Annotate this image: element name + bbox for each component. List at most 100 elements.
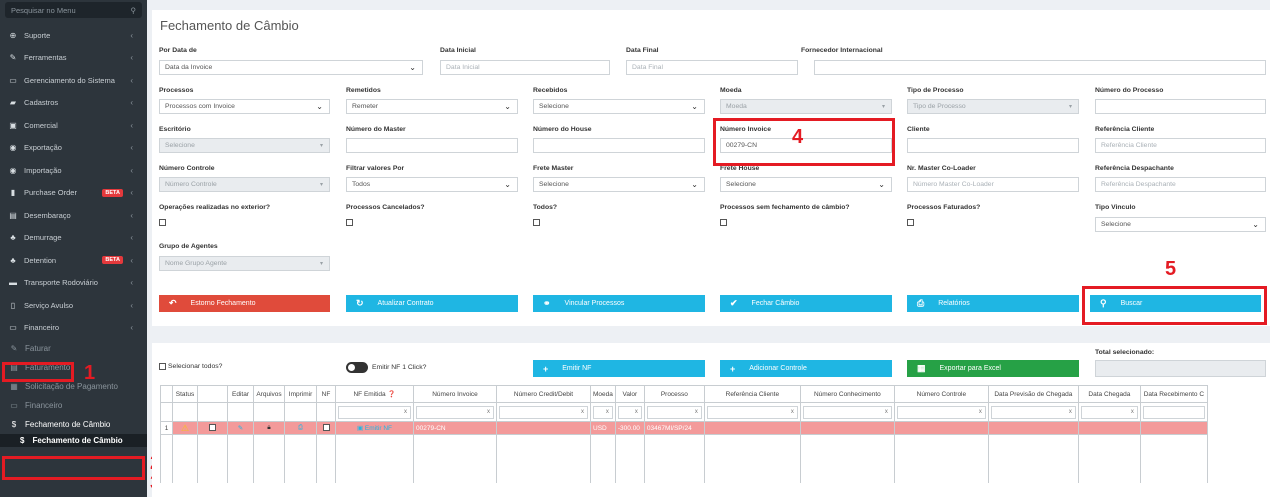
cell-data-recebimento — [1139, 421, 1208, 435]
referencia-cliente-input[interactable]: Referência Cliente — [1095, 138, 1266, 153]
sidebar-item-suporte[interactable]: ⊕ Suporte ‹ — [0, 24, 147, 47]
undo-icon: ↶ — [169, 298, 177, 308]
data-final-input[interactable]: Data Final — [626, 60, 798, 75]
sidebar-item-demurrage[interactable]: ♣ Demurrage ‹ — [0, 227, 147, 250]
tipo-vinculo-select[interactable]: Selecione ⌄ — [1095, 217, 1266, 232]
sidebar-item-purchase-order[interactable]: ▮ Purchase Order BETA ‹ — [0, 182, 147, 205]
menu-icon: ✎ — [10, 344, 18, 353]
numero-processo-input[interactable] — [1095, 99, 1266, 114]
filter-data-chegada[interactable]: x — [1077, 402, 1141, 422]
filter-data-recebimento[interactable] — [1139, 402, 1208, 422]
fechar-cambio-button[interactable]: ✔ Fechar Câmbio — [720, 295, 892, 312]
nf-checkbox[interactable] — [322, 423, 330, 431]
label-sem-fechamento: Processos sem fechamento de câmbio? — [720, 204, 850, 211]
filter-processo[interactable]: x — [643, 402, 705, 422]
processos-cancelados-checkbox[interactable] — [346, 219, 353, 226]
label-processos-cancelados: Processos Cancelados? — [346, 204, 425, 211]
filter-nf-emitida[interactable]: x — [335, 402, 414, 422]
selecionar-todos-checkbox[interactable] — [159, 363, 166, 370]
recebidos-select[interactable]: Selecione ⌄ — [533, 99, 705, 114]
filter-numero-invoice[interactable]: x — [413, 402, 497, 422]
faturados-checkbox[interactable] — [907, 219, 914, 226]
label-moeda: Moeda — [720, 87, 742, 94]
annotation-number-1: 1 — [84, 362, 96, 384]
sidebar-item-detention[interactable]: ♣ Detention BETA ‹ — [0, 249, 147, 272]
vincular-processos-button[interactable]: ⚭ Vincular Processos — [533, 295, 705, 312]
filter-valor[interactable]: x — [614, 402, 645, 422]
emitir-nf-button[interactable]: + Emitir NF — [533, 360, 705, 377]
sidebar-item-exporta-o[interactable]: ◉ Exportação ‹ — [0, 137, 147, 160]
relatorios-button[interactable]: ⎙ Relatórios — [907, 295, 1079, 312]
menu-icon: ◉ — [9, 143, 17, 153]
filter-data-previsao[interactable]: x — [987, 402, 1079, 422]
sidebar-item-gerenciamento-do-sistema[interactable]: ▭ Gerenciamento do Sistema ‹ — [0, 69, 147, 92]
emitir-nf1-toggle[interactable] — [346, 362, 368, 373]
cliente-input[interactable] — [907, 138, 1079, 153]
col-header: Imprimir — [284, 385, 317, 403]
grupo-agentes-select[interactable]: Nome Grupo Agente ▾ — [159, 256, 330, 271]
print-icon: ⎙ — [917, 298, 925, 308]
filter-referencia-cliente[interactable]: x — [703, 402, 801, 422]
sidebar-item-financeiro[interactable]: ▭ Financeiro ‹ — [0, 317, 147, 340]
sidebar-subitem-fechamento-de-c-mbio[interactable]: $ Fechamento de Câmbio — [0, 415, 147, 434]
sidebar-item-servi-o-avulso[interactable]: ▯ Serviço Avulso ‹ — [0, 294, 147, 317]
por-data-de-select[interactable]: Data da Invoice ⌄ — [159, 60, 423, 75]
sidebar-item-cadastros[interactable]: ▰ Cadastros ‹ — [0, 92, 147, 115]
referencia-despachante-input[interactable]: Referência Despachante — [1095, 177, 1266, 192]
search-icon[interactable]: ⚲ — [131, 6, 137, 15]
sidebar-item-label: Financeiro — [24, 323, 60, 333]
filtrar-valores-select[interactable]: Todos ⌄ — [346, 177, 518, 192]
sidebar-item-comercial[interactable]: ▣ Comercial ‹ — [0, 114, 147, 137]
sidebar-subitem-faturar[interactable]: ✎ Faturar — [0, 339, 147, 358]
sidebar-leaf-fechamento-cambio[interactable]: $ Fechamento de Câmbio — [0, 434, 147, 447]
chevron-down-icon: ▾ — [1068, 104, 1072, 110]
moeda-select[interactable]: Moeda ▾ — [720, 99, 892, 114]
lock-icon[interactable]: 🔒︎ — [253, 421, 285, 435]
edit-icon[interactable]: ✎ — [227, 421, 254, 435]
estorno-fechamento-button[interactable]: ↶ Estorno Fechamento — [159, 295, 330, 312]
annotation-number-4: 4 — [792, 126, 804, 148]
sidebar-item-transporte-rodovi-rio[interactable]: ▬ Transporte Rodoviário ‹ — [0, 272, 147, 295]
filter-moeda[interactable]: x — [590, 402, 616, 422]
filter-numero-credit-debit[interactable]: x — [496, 402, 591, 422]
sidebar-item-label: Transporte Rodoviário — [24, 278, 98, 288]
menu-icon: ▰ — [9, 98, 17, 108]
sidebar-item-importa-o[interactable]: ◉ Importação ‹ — [0, 159, 147, 182]
filter-numero-conhecimento[interactable]: x — [799, 402, 895, 422]
label-numero-processo: Número do Processo — [1095, 87, 1164, 94]
sem-fechamento-checkbox[interactable] — [720, 219, 727, 226]
row-select-checkbox[interactable] — [209, 423, 216, 431]
adicionar-controle-button[interactable]: + Adicionar Controle — [720, 360, 892, 377]
sidebar-item-desembara-o[interactable]: ▤ Desembaraço ‹ — [0, 204, 147, 227]
frete-house-select[interactable]: Selecione ⌄ — [720, 177, 892, 192]
frete-master-select[interactable]: Selecione ⌄ — [533, 177, 705, 192]
escritorio-select[interactable]: Selecione ▾ — [159, 138, 330, 153]
print-icon[interactable]: ⎙ — [284, 421, 317, 435]
numero-master-input[interactable] — [346, 138, 518, 153]
emitir-nf-link[interactable]: ▣ Emitir NF — [335, 421, 414, 435]
nr-master-coloader-input[interactable]: Número Master Co-Loader — [907, 177, 1079, 192]
atualizar-contrato-button[interactable]: ↻ Atualizar Contrato — [346, 295, 518, 312]
sidebar-subitem-label: Financeiro — [25, 401, 63, 410]
label-data-inicial: Data Inicial — [440, 47, 476, 54]
filter-numero-controle[interactable]: x — [893, 402, 989, 422]
todos-checkbox[interactable] — [533, 219, 540, 226]
label-frete-house: Frete House — [720, 165, 760, 172]
table-row[interactable]: 1 ⚠ ✎ 🔒︎ ⎙ ▣ Emitir NF 00279-CN USD -300… — [160, 421, 1208, 435]
tipo-processo-select[interactable]: Tipo de Processo ▾ — [907, 99, 1079, 114]
operacoes-exterior-checkbox[interactable] — [159, 219, 166, 226]
label-tipo-processo: Tipo de Processo — [907, 87, 964, 94]
menu-search-input[interactable]: Pesquisar no Menu ⚲ — [5, 2, 142, 18]
chevron-down-icon: ⌄ — [1252, 220, 1259, 229]
sidebar-item-ferramentas[interactable]: ✎ Ferramentas ‹ — [0, 47, 147, 70]
numero-house-input[interactable] — [533, 138, 705, 153]
processos-select[interactable]: Processos com Invoice ⌄ — [159, 99, 330, 114]
total-selecionado-value — [1095, 360, 1266, 377]
exportar-excel-button[interactable]: ▦ Exportar para Excel — [907, 360, 1079, 377]
sidebar-subitem-financeiro[interactable]: ▭ Financeiro — [0, 396, 147, 415]
check-icon: ✔ — [730, 298, 738, 308]
data-inicial-input[interactable]: Data Inicial — [440, 60, 610, 75]
fornecedor-input[interactable] — [814, 60, 1266, 75]
remetidos-select[interactable]: Remeter ⌄ — [346, 99, 518, 114]
numero-controle-select[interactable]: Número Controle ▾ — [159, 177, 330, 192]
